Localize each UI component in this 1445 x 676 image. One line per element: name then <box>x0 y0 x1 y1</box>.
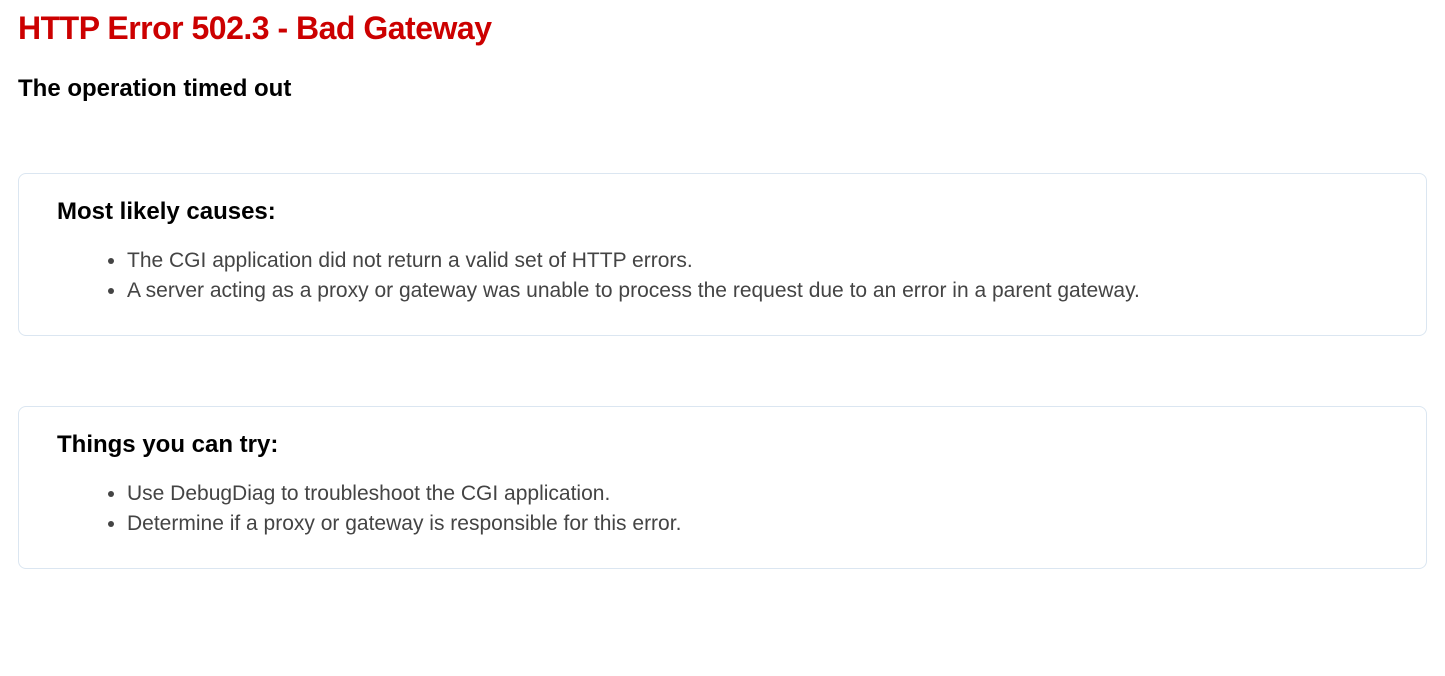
tries-section: Things you can try: Use DebugDiag to tro… <box>18 406 1427 569</box>
causes-heading: Most likely causes: <box>57 198 1388 226</box>
list-item: A server acting as a proxy or gateway wa… <box>127 276 1388 306</box>
list-item: Determine if a proxy or gateway is respo… <box>127 509 1388 539</box>
tries-list: Use DebugDiag to troubleshoot the CGI ap… <box>57 479 1388 540</box>
error-title: HTTP Error 502.3 - Bad Gateway <box>18 10 1427 47</box>
causes-list: The CGI application did not return a val… <box>57 246 1388 307</box>
list-item: The CGI application did not return a val… <box>127 246 1388 276</box>
causes-section: Most likely causes: The CGI application … <box>18 173 1427 336</box>
error-subtitle: The operation timed out <box>18 75 1427 103</box>
list-item: Use DebugDiag to troubleshoot the CGI ap… <box>127 479 1388 509</box>
tries-heading: Things you can try: <box>57 431 1388 459</box>
